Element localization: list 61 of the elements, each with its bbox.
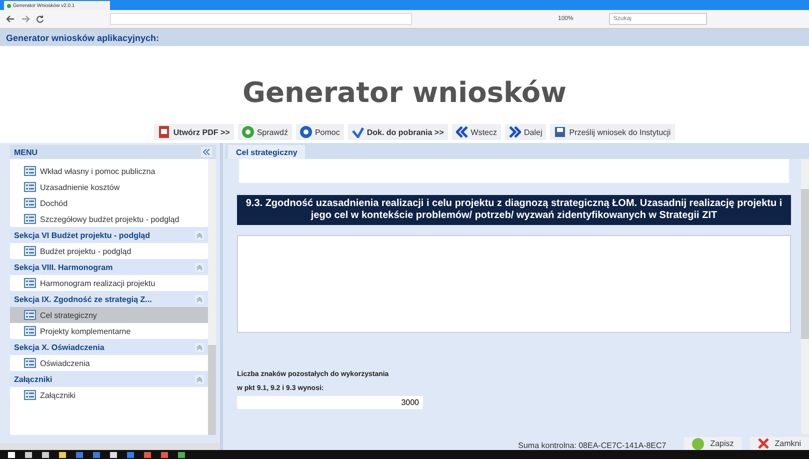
horizontal-scrollbar[interactable] [0, 443, 220, 450]
form-icon [24, 182, 36, 192]
toolbar-button[interactable]: Dalej [505, 124, 546, 140]
toolbar-button[interactable]: Wstecz [452, 124, 501, 140]
form-icon [24, 214, 36, 224]
forward-icon[interactable] [21, 15, 30, 23]
address-field[interactable] [110, 13, 412, 25]
back-icon[interactable] [6, 15, 15, 23]
menu-item[interactable]: Załączniki [10, 387, 208, 403]
menu-title: MENU [14, 148, 38, 156]
double-chevron-left-icon [456, 126, 468, 138]
counter-field: 3000 [237, 396, 423, 409]
close-icon [758, 438, 769, 449]
menu-item[interactable]: Cel strategiczny [10, 307, 208, 323]
toolbar-button[interactable]: Dok. do pobrania >> [348, 124, 448, 140]
section-header[interactable]: Sekcja IX. Zgodność ze strategią Z... [10, 291, 208, 307]
toolbar-button[interactable]: Utwórz PDF >> [154, 124, 234, 140]
reload-icon[interactable] [36, 15, 44, 23]
page-title: Generator wniosków [242, 75, 567, 111]
section-header[interactable]: Sekcja VIII. Harmonogram [10, 259, 208, 275]
menu-item[interactable]: Uzasadnienie kosztów [10, 179, 208, 195]
menu-item[interactable]: Harmonogram realizacji projektu [10, 275, 208, 291]
form-icon [24, 166, 36, 176]
section-heading: 9.3. Zgodność uzasadnienia realizacji i celu projektu z diagnozą strategiczną ŁOM. Uzasadnij realizację projektu i jego cel w kontekście problemów/ potrzeb/ wyzwań zidentyfikowanych w Strategii ZIT [237, 195, 791, 225]
form-icon [24, 246, 36, 256]
form-icon [24, 198, 36, 208]
answer-field[interactable] [237, 235, 791, 333]
close-button[interactable]: Zamkni [750, 437, 809, 450]
floppy-icon [554, 126, 566, 138]
menu-item[interactable]: Projekty komplementarne [10, 323, 208, 339]
app-title: Generator wniosków aplikacyjnych: [6, 32, 160, 42]
form-icon [24, 358, 36, 368]
menu-item[interactable]: Oświadczenia [10, 355, 208, 371]
scrollbar[interactable] [208, 159, 216, 435]
menu-item[interactable]: Budżet projektu - podgląd [10, 243, 208, 259]
section-header[interactable]: Załączniki [10, 371, 208, 387]
tab[interactable]: Cel strategiczny [228, 145, 306, 159]
section-header[interactable]: Sekcja X. Oświadczenia [10, 339, 208, 355]
menu-item[interactable]: Dochód [10, 195, 208, 211]
taskbar-icon[interactable] [178, 452, 185, 458]
toolbar-button[interactable]: Sprawdź [238, 124, 292, 140]
taskbar-icon[interactable] [25, 452, 32, 458]
form-icon [24, 326, 36, 336]
checksum-text: Suma kontrolna: 08EA-CE7C-141A-8EC7 [518, 441, 666, 450]
document-icon [158, 126, 170, 138]
double-chevron-right-icon [509, 126, 521, 138]
form-icon [24, 278, 36, 288]
form-icon [24, 310, 36, 320]
section-header[interactable]: Sekcja VI Budżet projektu - podgląd [10, 227, 208, 243]
toolbar-button[interactable]: Pomoc [296, 124, 344, 140]
collapse-icon[interactable] [201, 147, 212, 157]
taskbar-icon[interactable] [110, 452, 117, 458]
menu-item[interactable]: Wkład własny i pomoc publiczna [10, 163, 208, 179]
menu-item[interactable]: Szczegółowy budżet projektu - podgląd [10, 211, 208, 227]
taskbar-icon[interactable] [59, 452, 66, 458]
form-icon [24, 390, 36, 400]
taskbar-icon[interactable] [8, 452, 15, 458]
toolbar-button[interactable]: Prześlij wniosek do Instytucji [550, 124, 675, 140]
taskbar-icon[interactable] [42, 452, 49, 458]
scrollbar[interactable] [801, 159, 809, 434]
save-button[interactable]: Zapisz [684, 437, 742, 450]
